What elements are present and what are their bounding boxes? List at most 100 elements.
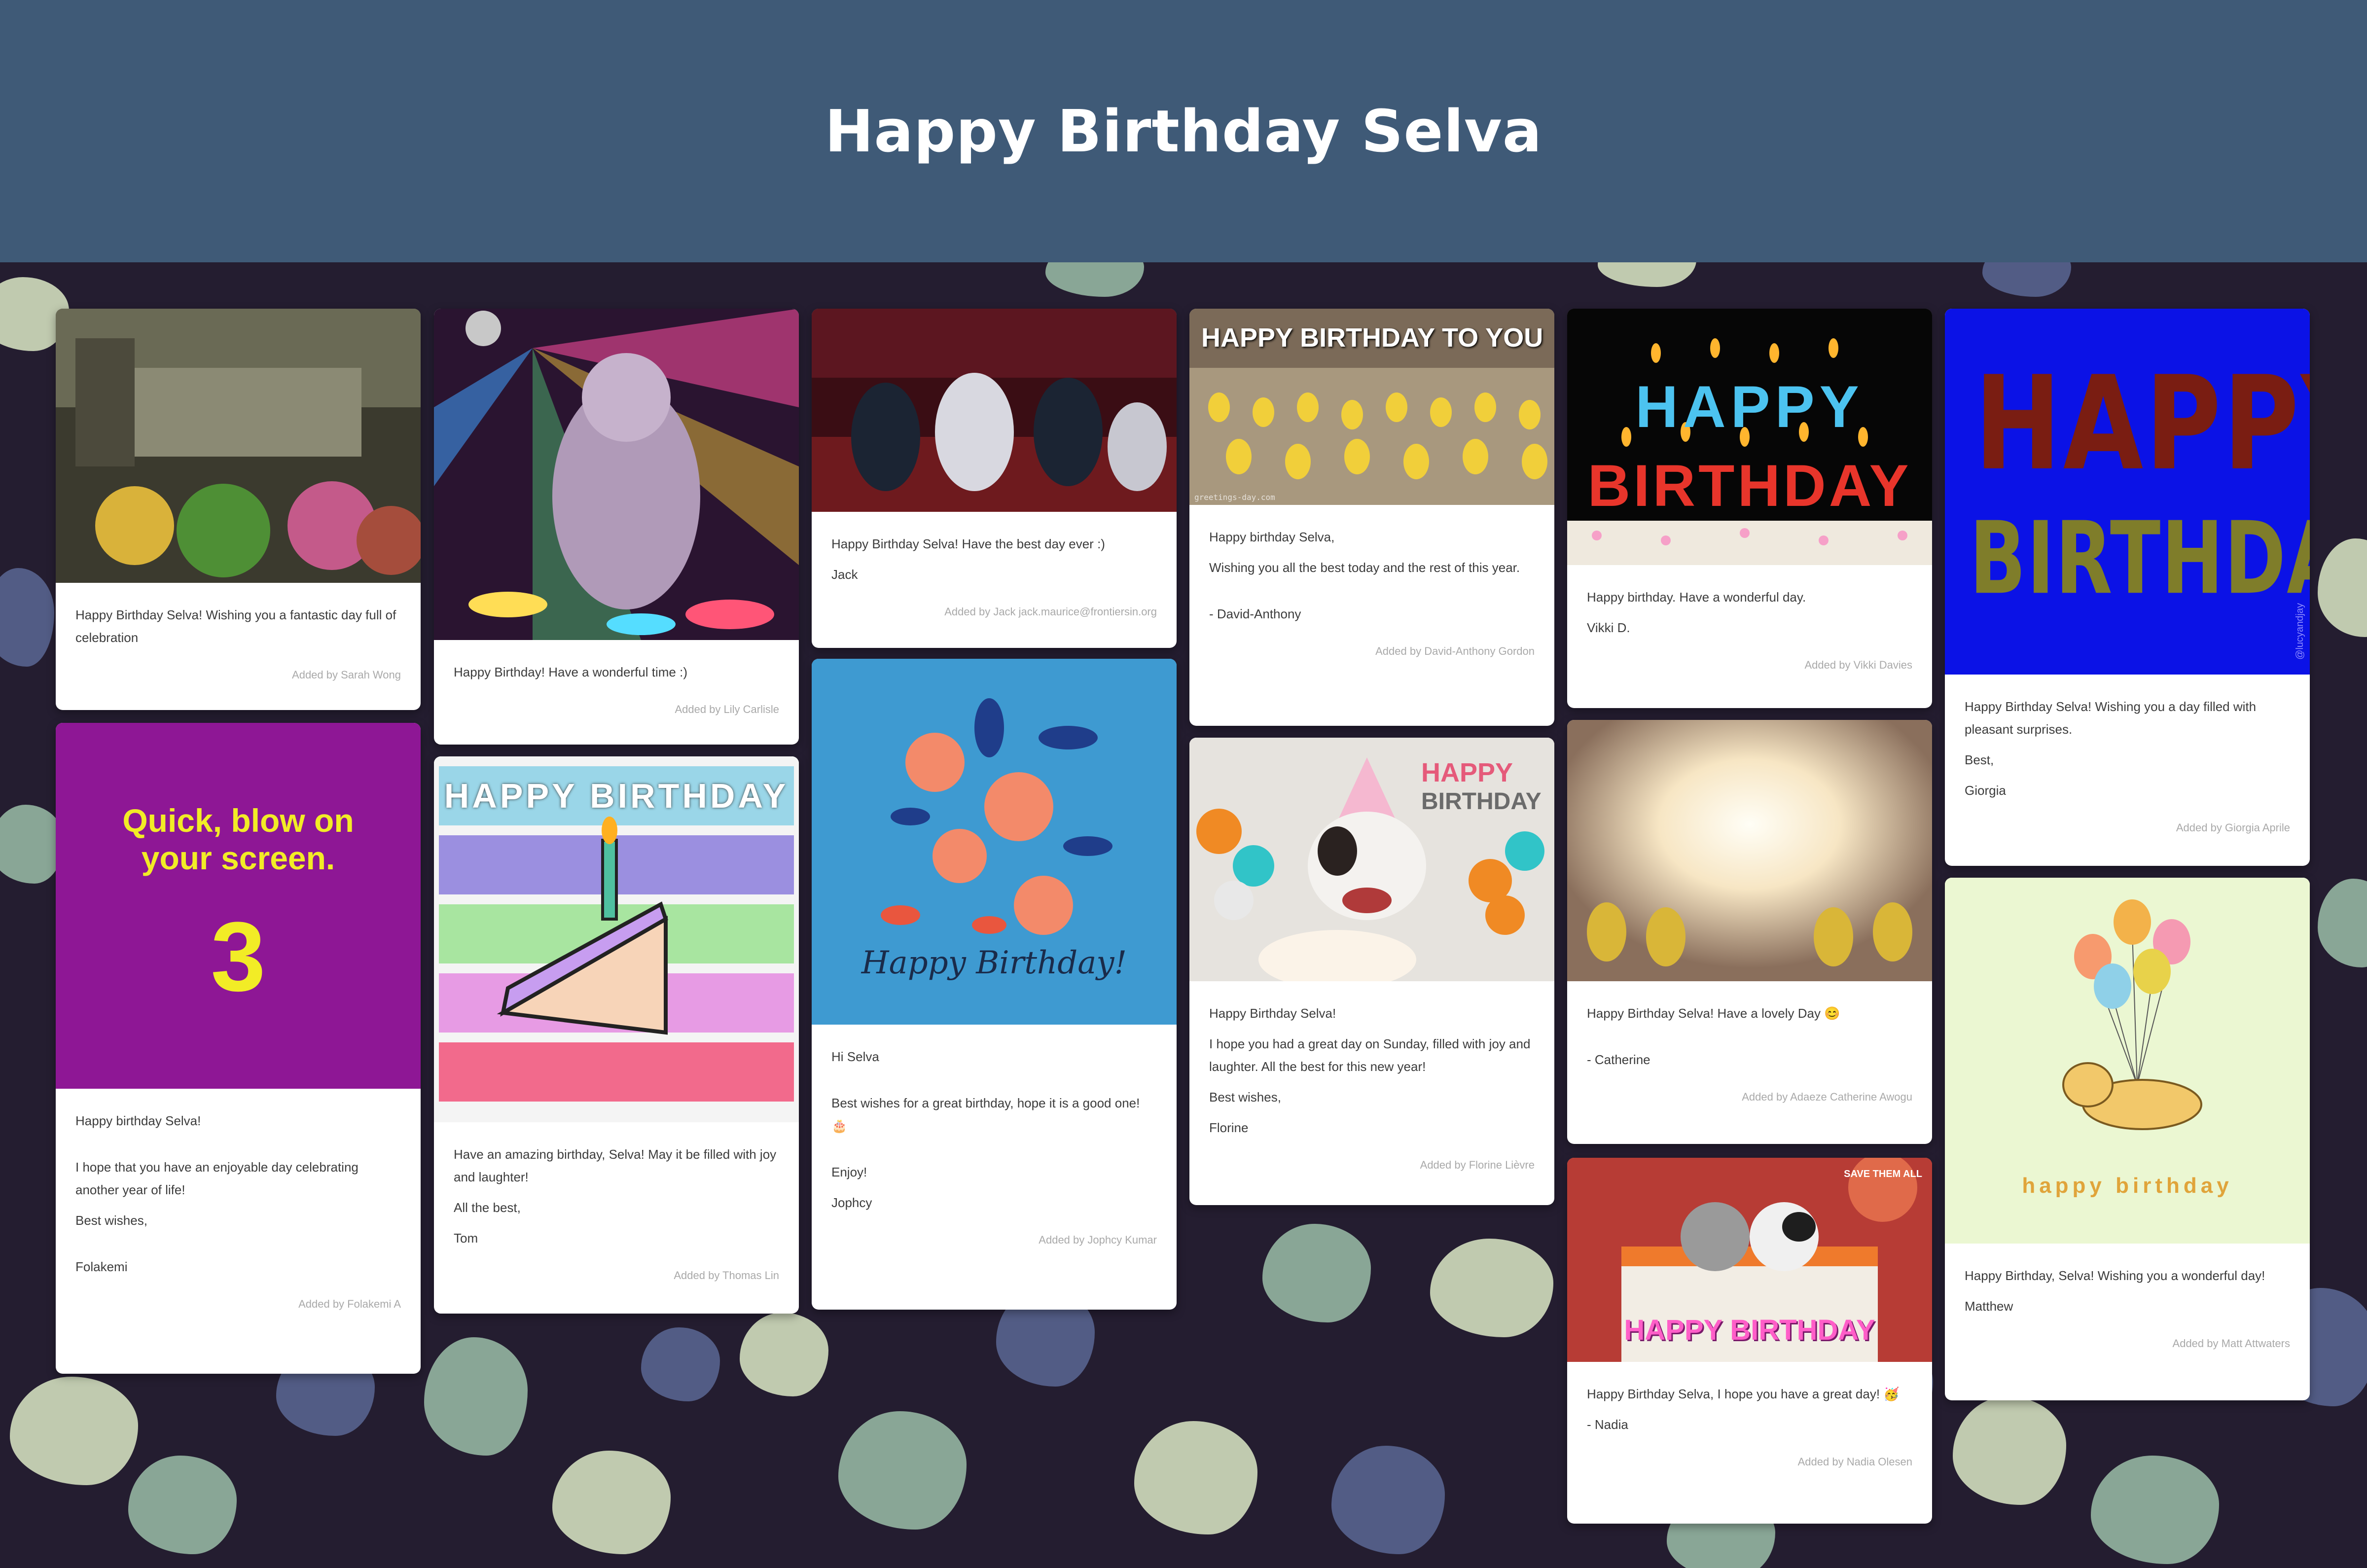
post-signature: - Nadia: [1587, 1417, 1628, 1432]
pattern-leaf: [1331, 1446, 1445, 1554]
post-media-gif[interactable]: HAPPY BIRTHDAY: [1189, 738, 1554, 981]
post-signature: - Catherine: [1587, 1052, 1650, 1067]
post-message: Happy birthday. Have a wonderful day.: [1587, 590, 1806, 605]
gif-watermark: @lucyandjay: [2295, 603, 2305, 660]
post-message: Happy Birthday Selva! Wishing you a fant…: [75, 607, 396, 645]
pattern-leaf: [0, 805, 64, 884]
pattern-leaf: [128, 1456, 237, 1554]
post-message: Happy Birthday Selva! Have the best day …: [831, 536, 1105, 551]
post-signature: - David-Anthony: [1209, 606, 1301, 621]
pattern-leaf: [1982, 262, 2071, 297]
pattern-leaf: [2318, 879, 2367, 967]
post-card[interactable]: HAPPY BIRTHDAY Happy birthday. Have a wo…: [1567, 309, 1932, 708]
post-media-gif[interactable]: Quick, blow on your screen. 3: [56, 723, 421, 1089]
gif-badge: SAVE THEM ALL: [1844, 1169, 1922, 1179]
post-media-gif[interactable]: [434, 309, 799, 640]
gif-caption: Quick, blow on: [122, 802, 354, 839]
post-card[interactable]: Happy Birthday Selva! Wishing you a fant…: [56, 309, 421, 710]
post-author: Added by Jophcy Kumar: [1039, 1234, 1157, 1246]
post-author: Added by Giorgia Aprile: [2176, 821, 2290, 834]
post-signature: Tom: [454, 1231, 478, 1246]
post-message: I hope that you have an enjoyable day ce…: [75, 1160, 359, 1197]
post-author: Added by Folakemi A: [298, 1298, 401, 1310]
gif-caption: HAPPY BIRTHDAY: [1624, 1314, 1875, 1346]
post-author: Added by Vikki Davies: [1804, 659, 1913, 671]
gif-watermark: greetings-day.com: [1194, 493, 1275, 502]
post-signature: Vikki D.: [1587, 620, 1630, 635]
board-title: Happy Birthday Selva: [825, 97, 1542, 165]
pattern-leaf: [1134, 1421, 1257, 1534]
post-signature: Giorgia: [1965, 783, 2006, 798]
post-message: Best wishes,: [1209, 1090, 1281, 1105]
post-card[interactable]: SAVE THEM ALL HAPPY BIRTHDAY Happy Birth…: [1567, 1158, 1932, 1524]
post-media-gif[interactable]: HAPPY BIRTHDAY TO YOU greetings-day.com: [1189, 309, 1554, 505]
post-message: Best wishes,: [75, 1213, 147, 1228]
pattern-leaf: [641, 1327, 720, 1401]
post-card[interactable]: Quick, blow on your screen. 3 Happy birt…: [56, 723, 421, 1374]
post-signature: Jack: [831, 567, 858, 582]
post-card[interactable]: Happy Birthday! Have a wonderful time :)…: [434, 309, 799, 745]
post-media-gif[interactable]: HAPPY BIRTHDAY: [434, 756, 799, 1122]
gif-caption: HAPPY BIRTHDAY: [444, 777, 789, 815]
party-scene-image: [56, 309, 421, 583]
board-header: Happy Birthday Selva: [0, 0, 2367, 262]
post-message: Happy Birthday Selva! Have a lovely Day …: [1587, 1006, 1840, 1021]
post-message: I hope you had a great day on Sunday, fi…: [1209, 1036, 1531, 1074]
post-message: Happy birthday Selva,: [1209, 530, 1335, 544]
minion-explosion-image: [1567, 720, 1932, 981]
dance-stage-image: [812, 309, 1177, 512]
gif-caption: happy birthday: [2022, 1174, 2233, 1198]
post-message: Have an amazing birthday, Selva! May it …: [454, 1147, 777, 1184]
post-message: Happy Birthday Selva!: [1209, 1006, 1336, 1021]
pattern-leaf: [1953, 1396, 2066, 1505]
gif-caption: BIRTHDAY: [1970, 501, 2310, 617]
post-media-gif[interactable]: happy birthday: [1945, 878, 2310, 1244]
post-media-gif[interactable]: SAVE THEM ALL HAPPY BIRTHDAY: [1567, 1158, 1932, 1362]
post-media-gif[interactable]: HAPPY BIRTHDAY: [1567, 309, 1932, 565]
post-card[interactable]: HAPPY BIRTHDAY Have an amazing birthday,…: [434, 756, 799, 1314]
post-message: Hi Selva: [831, 1049, 879, 1064]
post-media-image[interactable]: Happy Birthday!: [812, 659, 1177, 1025]
post-message: All the best,: [454, 1200, 521, 1215]
post-message: Best,: [1965, 752, 1994, 767]
post-card[interactable]: Happy Birthday Selva! Have a lovely Day …: [1567, 720, 1932, 1144]
pattern-leaf: [1598, 262, 1696, 287]
post-author: Added by Adaeze Catherine Awogu: [1742, 1091, 1912, 1103]
gif-caption: your screen.: [141, 840, 335, 876]
gif-caption: HAPPY: [1421, 758, 1513, 787]
pattern-leaf: [0, 568, 54, 667]
post-author: Added by Nadia Olesen: [1797, 1456, 1912, 1468]
post-card[interactable]: Happy Birthday Selva! Have the best day …: [812, 309, 1177, 648]
pattern-leaf: [552, 1451, 671, 1554]
pattern-leaf: [1262, 1224, 1371, 1322]
pattern-leaf: [740, 1313, 828, 1396]
post-signature: Folakemi: [75, 1259, 128, 1274]
post-signature: Matthew: [1965, 1299, 2013, 1314]
post-media-gif[interactable]: [812, 309, 1177, 512]
pattern-leaf: [838, 1411, 967, 1530]
post-media-gif[interactable]: [1567, 720, 1932, 981]
post-media-gif[interactable]: [56, 309, 421, 583]
post-card[interactable]: HAPPY BIRTHDAY TO YOU greetings-day.com …: [1189, 309, 1554, 726]
post-message: Best wishes for a great birthday, hope i…: [831, 1096, 1140, 1133]
pattern-leaf: [1045, 262, 1144, 297]
post-card[interactable]: HAPPY BIRTHDAY @lucyandjay Happy Birthda…: [1945, 309, 2310, 866]
post-signature: Florine: [1209, 1120, 1249, 1135]
post-message: Happy birthday Selva!: [75, 1113, 201, 1128]
post-author: Added by Sarah Wong: [292, 669, 401, 681]
post-signature: Jophcy: [831, 1195, 872, 1210]
gif-countdown: 3: [211, 902, 266, 1012]
post-card[interactable]: HAPPY BIRTHDAY Happy Birthday Selva! I h…: [1189, 738, 1554, 1205]
post-message: Happy Birthday Selva, I hope you have a …: [1587, 1387, 1900, 1401]
gif-caption: HAPPY: [1974, 348, 2310, 499]
post-message: Enjoy!: [831, 1165, 867, 1179]
post-message: Happy Birthday! Have a wonderful time :): [454, 665, 687, 679]
post-author: Added by Matt Attwaters: [2172, 1337, 2290, 1350]
gif-caption: HAPPY: [1635, 374, 1864, 440]
post-card[interactable]: happy birthday Happy Birthday, Selva! Wi…: [1945, 878, 2310, 1400]
pattern-leaf: [10, 1377, 138, 1485]
post-media-gif[interactable]: HAPPY BIRTHDAY @lucyandjay: [1945, 309, 2310, 675]
post-author: Added by Lily Carlisle: [675, 703, 779, 715]
post-author: Added by Florine Lièvre: [1420, 1159, 1535, 1171]
post-card[interactable]: Happy Birthday! Hi Selva Best wishes for…: [812, 659, 1177, 1310]
